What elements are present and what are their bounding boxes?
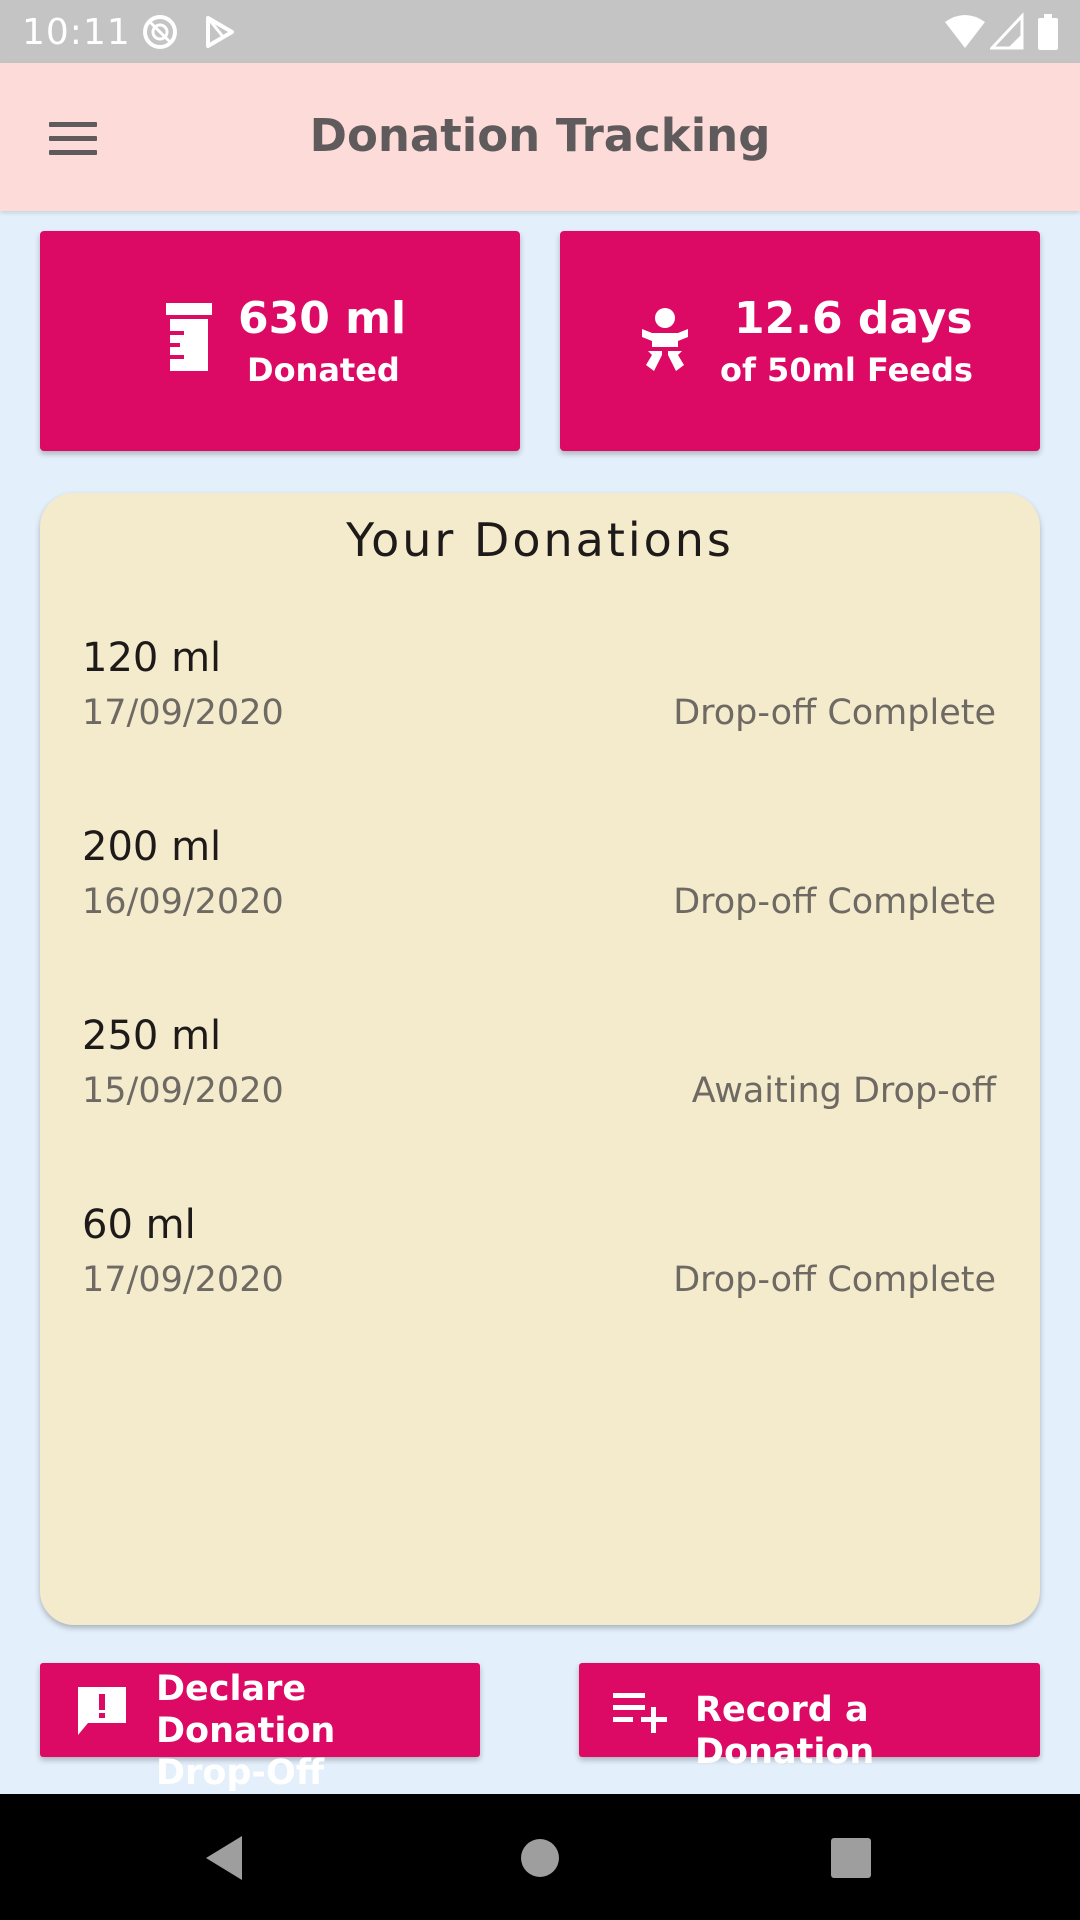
donated-label: Donated xyxy=(247,351,400,389)
donations-title: Your Donations xyxy=(346,513,734,567)
donation-date: 17/09/2020 xyxy=(82,693,284,733)
donation-status: Drop-off Complete xyxy=(673,693,996,733)
back-icon[interactable] xyxy=(202,1834,246,1887)
declare-label-line2: Drop-Off xyxy=(156,1753,325,1793)
donated-value: 630 ml xyxy=(238,293,407,344)
app-bar: Donation Tracking xyxy=(0,63,1080,211)
list-item[interactable]: 60 ml 17/09/2020 Drop-off Complete xyxy=(40,1202,1040,1352)
wifi-icon xyxy=(944,12,986,57)
battery-icon xyxy=(1036,12,1060,57)
milk-container-icon xyxy=(164,303,214,378)
screen: 10:11 Donation Tracking 630 ml Donated 1… xyxy=(0,0,1080,1920)
donation-amount: 120 ml xyxy=(82,635,222,681)
donated-stat-card: 630 ml Donated xyxy=(40,231,520,451)
baby-icon xyxy=(640,307,690,378)
feeds-value: 12.6 days xyxy=(734,293,973,344)
list-item[interactable]: 200 ml 16/09/2020 Drop-off Complete xyxy=(40,824,1040,974)
donation-status: Drop-off Complete xyxy=(673,882,996,922)
play-store-icon xyxy=(200,12,240,57)
declare-drop-off-button[interactable]: Declare Donation Drop-Off xyxy=(40,1663,480,1793)
donation-date: 15/09/2020 xyxy=(82,1071,284,1111)
signal-icon xyxy=(988,12,1026,57)
home-icon[interactable] xyxy=(520,1838,560,1883)
recents-icon[interactable] xyxy=(831,1838,871,1883)
donations-panel: Your Donations 120 ml 17/09/2020 Drop-of… xyxy=(40,493,1040,1625)
navigation-bar xyxy=(0,1794,1080,1920)
do-not-disturb-icon xyxy=(140,12,180,57)
feeds-label: of 50ml Feeds xyxy=(720,351,973,389)
donation-date: 16/09/2020 xyxy=(82,882,284,922)
feeds-stat-card: 12.6 days of 50ml Feeds xyxy=(560,231,1040,451)
donation-amount: 250 ml xyxy=(82,1013,222,1059)
donation-amount: 60 ml xyxy=(82,1202,196,1248)
status-time: 10:11 xyxy=(22,12,131,53)
declare-drop-off-label: Declare Donation Drop-Off xyxy=(156,1668,480,1794)
donation-date: 17/09/2020 xyxy=(82,1260,284,1300)
donation-status: Awaiting Drop-off xyxy=(691,1071,996,1111)
declare-label-line1: Declare Donation xyxy=(156,1669,336,1751)
list-item[interactable]: 120 ml 17/09/2020 Drop-off Complete xyxy=(40,635,1040,785)
list-item[interactable]: 250 ml 15/09/2020 Awaiting Drop-off xyxy=(40,1013,1040,1163)
donation-status: Drop-off Complete xyxy=(673,1260,996,1300)
feedback-alert-icon xyxy=(74,1683,130,1744)
record-donation-button[interactable]: Record a Donation xyxy=(579,1663,1040,1772)
status-bar: 10:11 xyxy=(0,0,1080,63)
page-title: Donation Tracking xyxy=(309,109,771,162)
playlist-add-icon xyxy=(613,1687,669,1740)
record-donation-label: Record a Donation xyxy=(695,1690,875,1772)
donation-amount: 200 ml xyxy=(82,824,222,870)
